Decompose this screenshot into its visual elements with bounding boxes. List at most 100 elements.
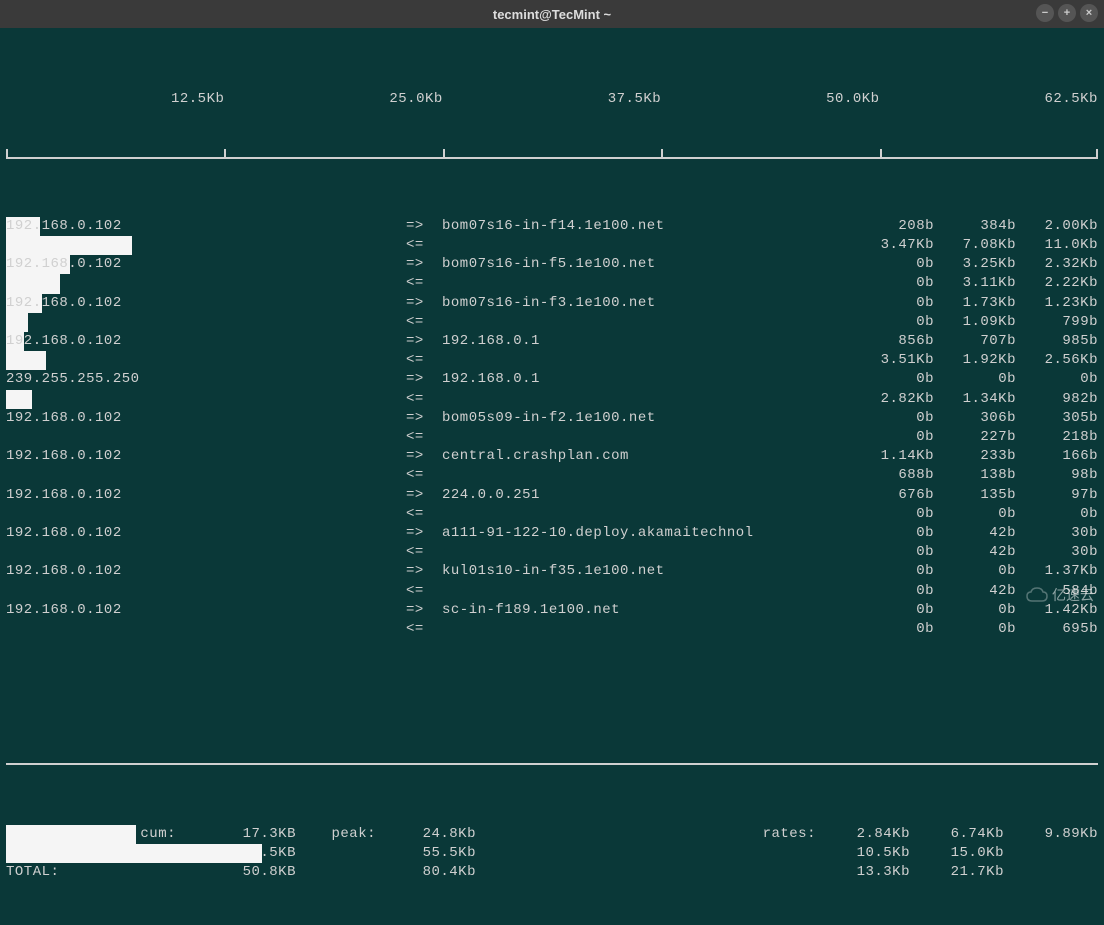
connection-row: 192.168.0.102=>sc-in-f189.1e100.net0b0b1… xyxy=(6,601,1098,620)
rate-10s: 135b xyxy=(934,486,1016,505)
rate-10s: 3.25Kb xyxy=(934,255,1016,274)
dest-host xyxy=(442,236,852,255)
rate-2s: 3.47Kb xyxy=(852,236,934,255)
dest-host xyxy=(442,313,852,332)
rates-label xyxy=(716,863,816,882)
window-controls: − + × xyxy=(1036,4,1098,22)
rate-10s: 15.0Kb xyxy=(910,844,1004,863)
rate-2s: 0b xyxy=(852,274,934,293)
source-host: 192.168.0.102 xyxy=(6,294,406,313)
dest-host: a111-91-122-10.deploy.akamaitechnol xyxy=(442,524,852,543)
dest-host xyxy=(442,466,852,485)
connection-row: 192.168.0.102=>kul01s10-in-f35.1e100.net… xyxy=(6,562,1098,581)
rate-2s: 856b xyxy=(852,332,934,351)
source-host: 239.255.255.250 xyxy=(6,370,406,389)
arrow-icon: <= xyxy=(406,428,442,447)
dest-host: 192.168.0.1 xyxy=(442,332,852,351)
rate-10s: 1.73Kb xyxy=(934,294,1016,313)
connection-row: 239.255.255.250=>192.168.0.10b0b0b xyxy=(6,370,1098,389)
arrow-icon: <= xyxy=(406,505,442,524)
rate-40s: 30b xyxy=(1016,543,1098,562)
connection-row: <=0b42b30b xyxy=(6,543,1098,562)
connection-row: <=688b138b98b xyxy=(6,466,1098,485)
rate-40s: 985b xyxy=(1016,332,1098,351)
rate-2s: 0b xyxy=(852,562,934,581)
arrow-icon: => xyxy=(406,294,442,313)
rate-2s: 0b xyxy=(852,370,934,389)
rate-10s: 21.7Kb xyxy=(910,863,1004,882)
connection-row: <=0b3.11Kb2.22Kb xyxy=(6,274,1098,293)
rate-10s: 42b xyxy=(934,524,1016,543)
footer-bar xyxy=(6,825,136,844)
scale-rule xyxy=(6,147,1098,159)
rate-2s: 10.5Kb xyxy=(816,844,910,863)
source-host: 192.168.0.102 xyxy=(6,524,406,543)
rate-10s: 0b xyxy=(934,505,1016,524)
dest-host xyxy=(442,351,852,370)
rate-2s: 2.82Kb xyxy=(852,390,934,409)
rate-40s: 0b xyxy=(1016,505,1098,524)
arrow-icon: <= xyxy=(406,582,442,601)
peak-value: 80.4Kb xyxy=(376,863,476,882)
rate-10s: 707b xyxy=(934,332,1016,351)
connection-row: <= 0b1.09Kb799b xyxy=(6,313,1098,332)
rate-40s: 2.56Kb xyxy=(1016,351,1098,370)
rate-10s: 1.09Kb xyxy=(934,313,1016,332)
minimize-button[interactable]: − xyxy=(1036,4,1054,22)
dest-host: central.crashplan.com xyxy=(442,447,852,466)
peak-label xyxy=(296,863,376,882)
rate-2s: 0b xyxy=(852,313,934,332)
source-host xyxy=(6,313,406,332)
source-host: 192.168.0.102 xyxy=(6,447,406,466)
source-host: 192.168.0.102 xyxy=(6,562,406,581)
close-button[interactable]: × xyxy=(1080,4,1098,22)
footer-total-row: TOTAL:50.8KB80.4Kb13.3Kb21.7Kb xyxy=(6,863,1098,882)
arrow-icon: => xyxy=(406,601,442,620)
gap xyxy=(476,825,716,844)
titlebar: tecmint@TecMint ~ − + × xyxy=(0,0,1104,28)
connection-row: 192.168.0.102=>192.168.0.1856b707b985b xyxy=(6,332,1098,351)
scale-tick-label: 12.5Kb xyxy=(6,90,224,109)
source-host: 192.168.0.102 xyxy=(6,601,406,620)
rate-40s: 166b xyxy=(1016,447,1098,466)
rate-2s: 3.51Kb xyxy=(852,351,934,370)
arrow-icon: <= xyxy=(406,236,442,255)
cloud-icon xyxy=(1026,587,1048,603)
arrow-icon: => xyxy=(406,370,442,389)
connection-row: 192.168.0.102=>central.crashplan.com1.14… xyxy=(6,447,1098,466)
source-host xyxy=(6,390,406,409)
gap xyxy=(476,844,716,863)
connection-row: 192.168.0.102=>bom07s16-in-f3.1e100.net0… xyxy=(6,294,1098,313)
cum-label xyxy=(96,863,176,882)
rate-10s: 306b xyxy=(934,409,1016,428)
rate-40s: 799b xyxy=(1016,313,1098,332)
total-label: TOTAL: xyxy=(6,863,96,882)
dest-host: sc-in-f189.1e100.net xyxy=(442,601,852,620)
rate-10s: 0b xyxy=(934,370,1016,389)
rate-10s: 3.11Kb xyxy=(934,274,1016,293)
rate-2s: 0b xyxy=(852,428,934,447)
rate-40s: 9.89Kb xyxy=(1004,825,1098,844)
source-host xyxy=(6,274,406,293)
arrow-icon: <= xyxy=(406,313,442,332)
dest-host xyxy=(442,505,852,524)
source-host: 192.168.0.102 xyxy=(6,486,406,505)
connection-row: <=3.47Kb7.08Kb11.0Kb xyxy=(6,236,1098,255)
connection-row: 192.168.0.102=>224.0.0.251676b135b97b xyxy=(6,486,1098,505)
source-host xyxy=(6,236,406,255)
maximize-button[interactable]: + xyxy=(1058,4,1076,22)
rate-10s: 6.74Kb xyxy=(910,825,1004,844)
peak-label: peak: xyxy=(296,825,376,844)
rate-2s: 0b xyxy=(852,601,934,620)
peak-label xyxy=(296,844,376,863)
source-host: 192.168.0.102 xyxy=(6,217,406,236)
rate-40s: 305b xyxy=(1016,409,1098,428)
rates-label: rates: xyxy=(716,825,816,844)
rate-2s: 676b xyxy=(852,486,934,505)
watermark: 亿速云 xyxy=(1026,585,1094,605)
terminal-output: 12.5Kb25.0Kb37.5Kb50.0Kb62.5Kb 192.168.0… xyxy=(0,28,1104,925)
arrow-icon: => xyxy=(406,486,442,505)
dest-host: bom07s16-in-f14.1e100.net xyxy=(442,217,852,236)
source-host: 192.168.0.102 xyxy=(6,255,406,274)
arrow-icon: => xyxy=(406,332,442,351)
